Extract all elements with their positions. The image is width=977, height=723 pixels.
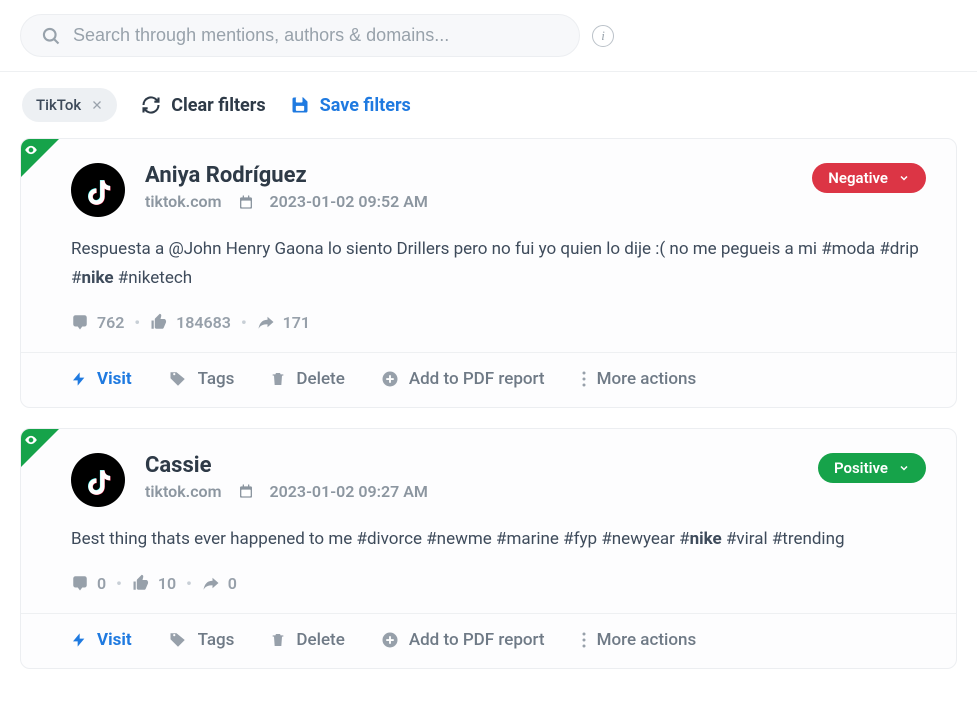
shares-stat: 0 xyxy=(202,574,237,593)
likes-stat: 10 xyxy=(132,574,176,593)
filters-row: TikTok Clear filters Save filters xyxy=(0,72,977,138)
filter-chip-tiktok[interactable]: TikTok xyxy=(22,88,117,122)
thumbs-up-icon xyxy=(132,574,150,592)
visit-button[interactable]: Visit xyxy=(71,630,132,650)
comments-stat: 0 xyxy=(71,574,106,593)
timestamp: 2023-01-02 09:52 AM xyxy=(270,192,428,211)
delete-button[interactable]: Delete xyxy=(270,630,344,650)
plus-circle-icon xyxy=(381,370,399,388)
visit-button[interactable]: Visit xyxy=(71,369,132,389)
shares-stat: 171 xyxy=(257,313,310,332)
calendar-icon xyxy=(238,194,254,210)
tag-icon xyxy=(168,370,188,388)
dots-vertical-icon xyxy=(581,370,587,388)
mention-card: Aniya Rodríguez tiktok.com 2023-01-02 09… xyxy=(20,138,957,408)
clear-filters-label: Clear filters xyxy=(171,95,265,116)
sentiment-label: Positive xyxy=(834,459,888,477)
search-input[interactable] xyxy=(73,25,559,46)
domain: tiktok.com xyxy=(145,192,222,211)
delete-button[interactable]: Delete xyxy=(270,369,344,389)
sentiment-badge[interactable]: Positive xyxy=(818,453,926,483)
likes-stat: 184683 xyxy=(150,313,231,332)
save-icon xyxy=(290,95,310,115)
author-name: Cassie xyxy=(145,453,798,478)
comments-stat: 762 xyxy=(71,313,124,332)
more-actions-button[interactable]: More actions xyxy=(581,630,697,650)
mention-body: Best thing thats ever happened to me #di… xyxy=(21,507,956,554)
save-filters-label: Save filters xyxy=(320,95,411,116)
sentiment-label: Negative xyxy=(828,169,888,187)
comment-icon xyxy=(71,313,89,331)
trash-icon xyxy=(270,631,286,649)
plus-circle-icon xyxy=(381,631,399,649)
chevron-down-icon xyxy=(898,462,910,474)
save-filters-button[interactable]: Save filters xyxy=(290,95,411,116)
mention-stats: 0 • 10 • 0 xyxy=(21,554,956,613)
dots-vertical-icon xyxy=(581,631,587,649)
timestamp: 2023-01-02 09:27 AM xyxy=(270,482,428,501)
add-pdf-button[interactable]: Add to PDF report xyxy=(381,369,545,389)
chip-label: TikTok xyxy=(36,96,81,114)
domain: tiktok.com xyxy=(145,482,222,501)
clear-filters-button[interactable]: Clear filters xyxy=(141,95,265,116)
avatar xyxy=(71,163,125,217)
avatar xyxy=(71,453,125,507)
mention-stats: 762 • 184683 • 171 xyxy=(21,293,956,352)
mentions-feed: Aniya Rodríguez tiktok.com 2023-01-02 09… xyxy=(0,138,977,689)
corner-badge xyxy=(21,429,59,467)
bolt-icon xyxy=(71,370,87,388)
close-icon[interactable] xyxy=(91,99,103,111)
refresh-icon xyxy=(141,95,161,115)
chevron-down-icon xyxy=(898,172,910,184)
bolt-icon xyxy=(71,631,87,649)
calendar-icon xyxy=(238,483,254,499)
info-icon[interactable]: i xyxy=(592,25,614,47)
more-actions-button[interactable]: More actions xyxy=(581,369,697,389)
sentiment-badge[interactable]: Negative xyxy=(812,163,926,193)
add-pdf-button[interactable]: Add to PDF report xyxy=(381,630,545,650)
eye-icon xyxy=(24,143,38,157)
search-icon xyxy=(41,26,61,46)
tags-button[interactable]: Tags xyxy=(168,369,235,389)
search-input-wrap[interactable] xyxy=(20,14,580,57)
share-icon xyxy=(202,574,220,592)
share-icon xyxy=(257,313,275,331)
mention-card: Cassie tiktok.com 2023-01-02 09:27 AM Po… xyxy=(20,428,957,669)
mention-body: Respuesta a @John Henry Gaona lo siento … xyxy=(21,217,956,293)
eye-icon xyxy=(24,433,38,447)
tags-button[interactable]: Tags xyxy=(168,630,235,650)
corner-badge xyxy=(21,139,59,177)
search-bar: i xyxy=(0,0,977,72)
tag-icon xyxy=(168,631,188,649)
author-name: Aniya Rodríguez xyxy=(145,163,792,188)
thumbs-up-icon xyxy=(150,313,168,331)
trash-icon xyxy=(270,370,286,388)
comment-icon xyxy=(71,574,89,592)
